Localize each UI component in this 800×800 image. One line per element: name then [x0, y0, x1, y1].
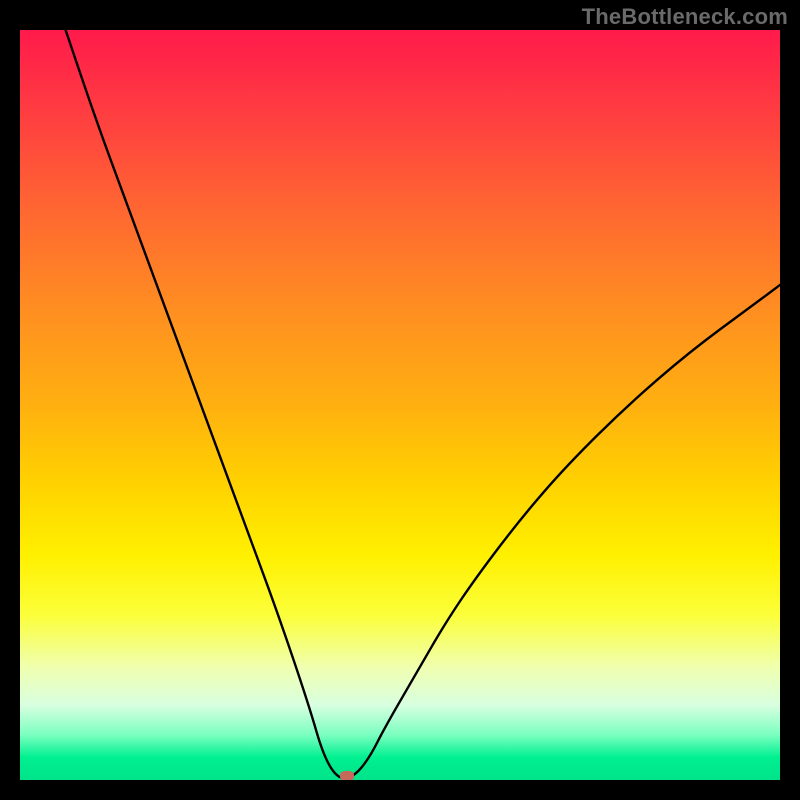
chart-frame: TheBottleneck.com — [0, 0, 800, 800]
optimal-marker — [340, 771, 354, 780]
bottleneck-curve — [66, 30, 780, 778]
watermark-text: TheBottleneck.com — [582, 4, 788, 30]
plot-area — [20, 30, 780, 780]
curve-layer — [20, 30, 780, 780]
